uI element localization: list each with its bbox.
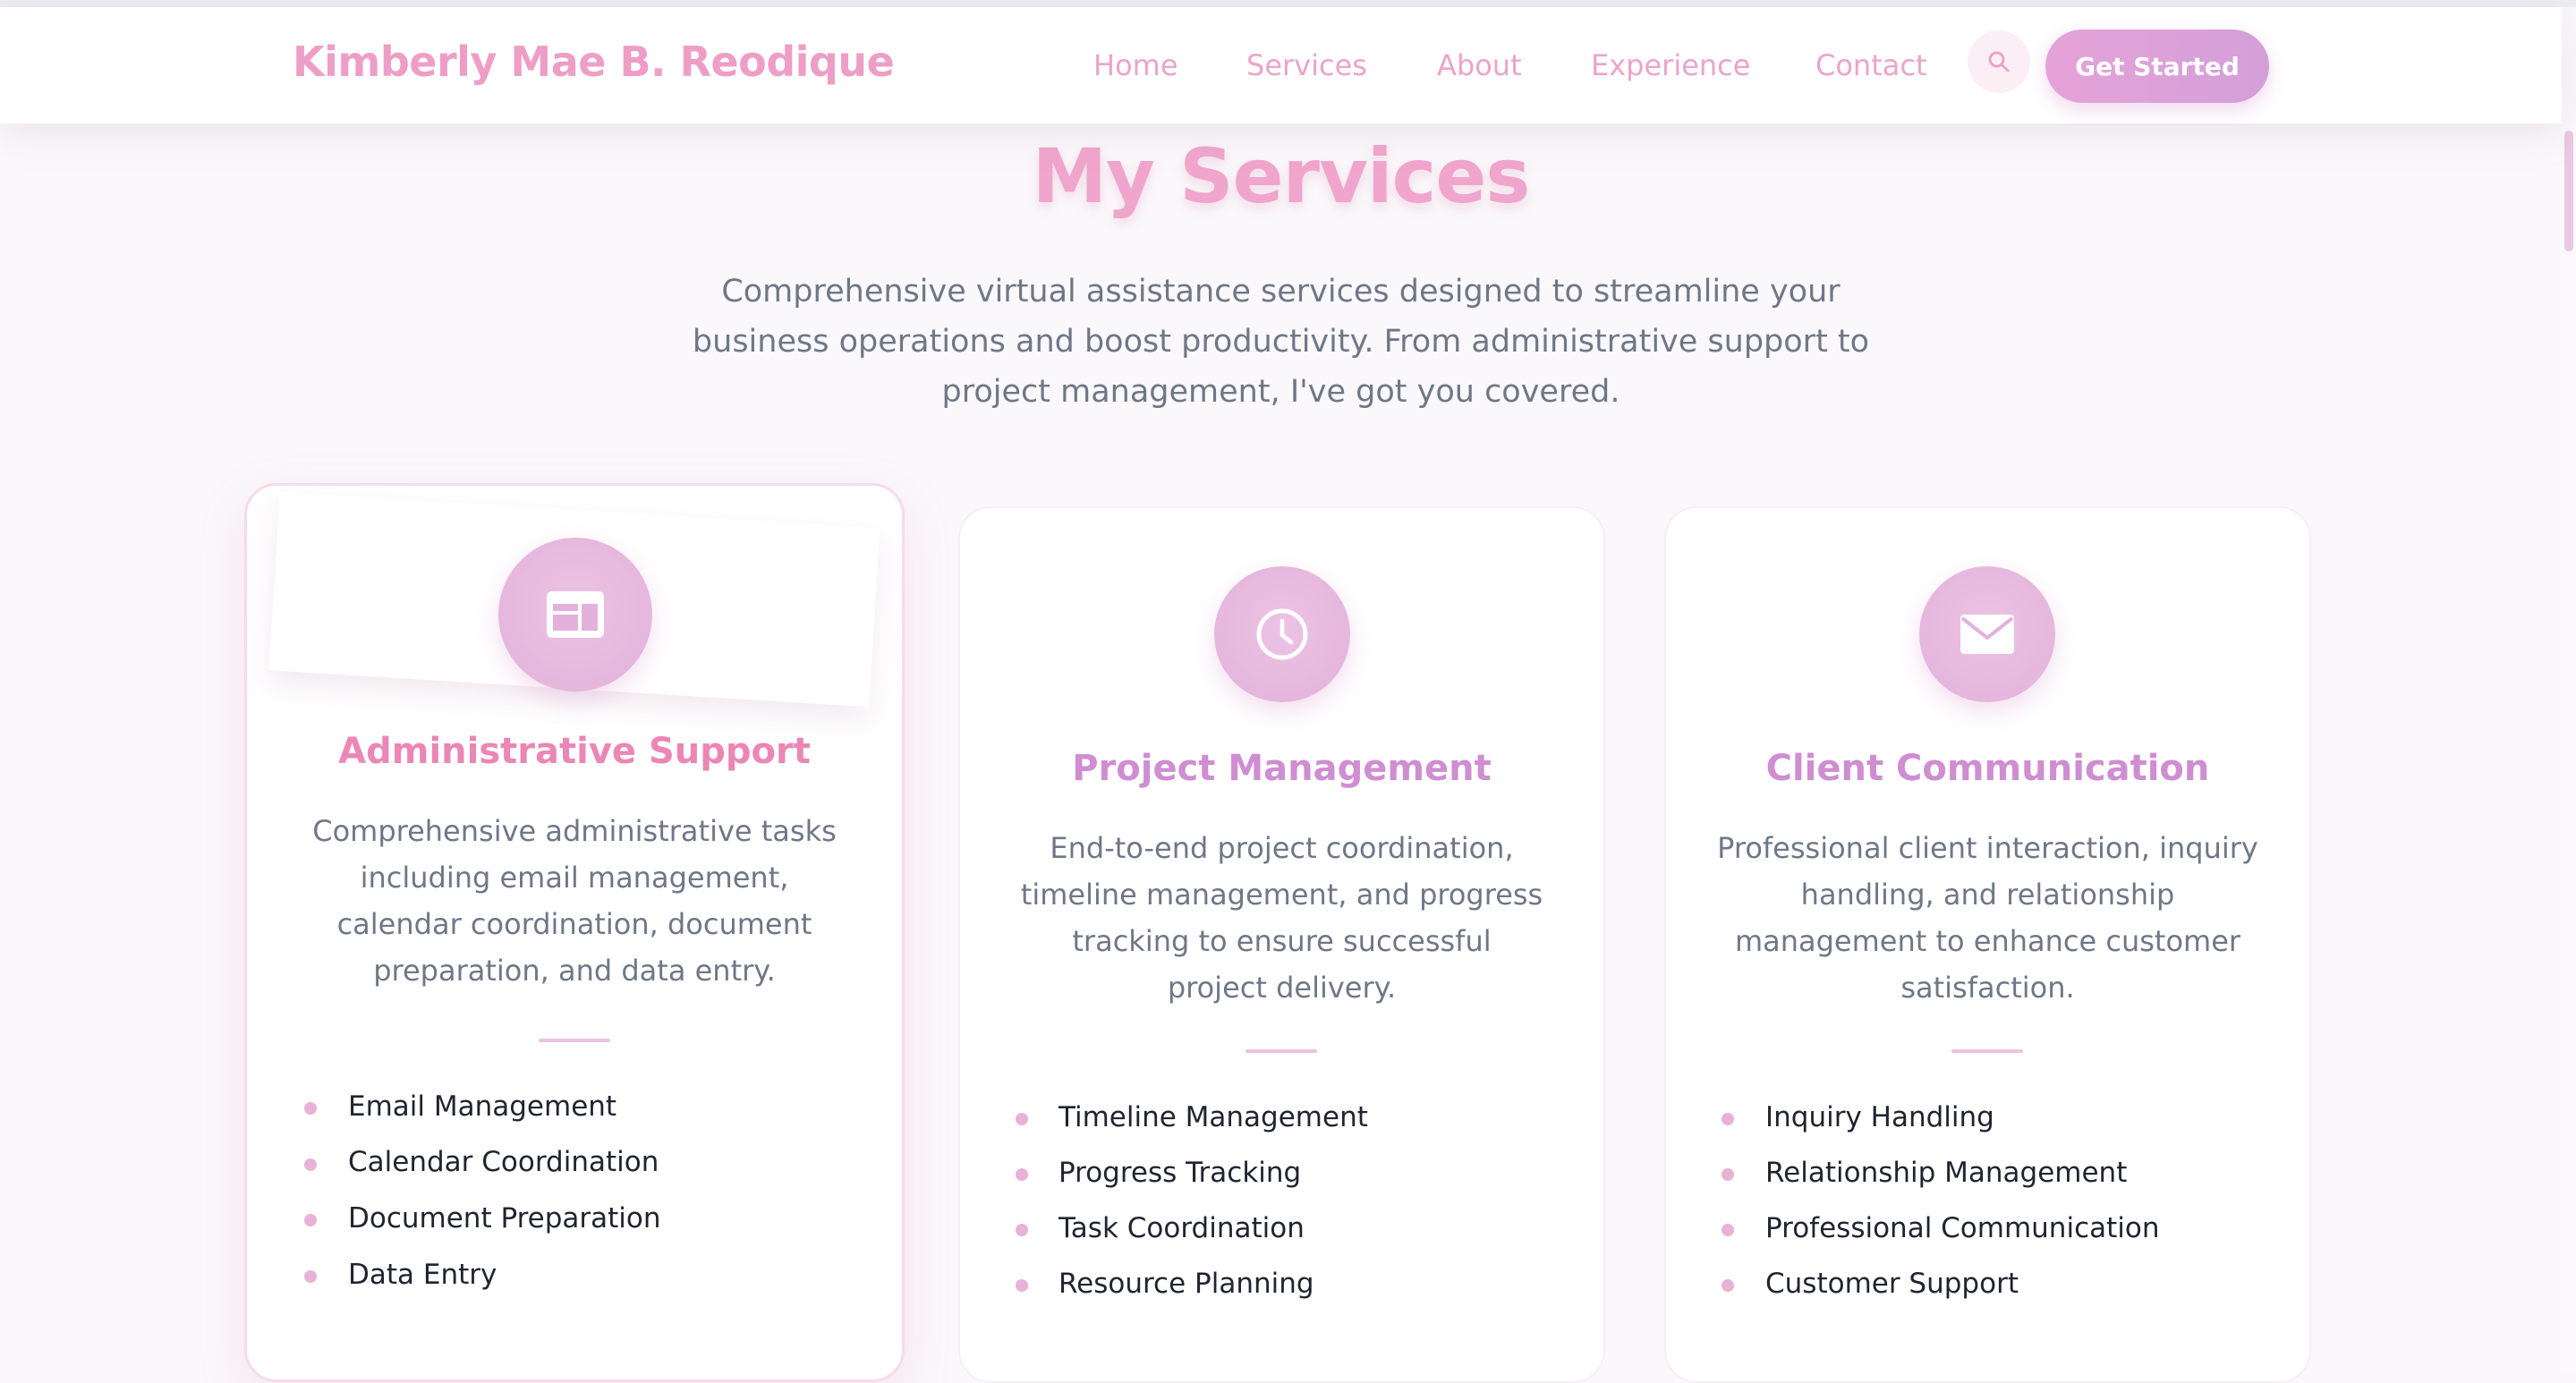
bullet-dot — [1016, 1168, 1028, 1181]
card-divider — [539, 1039, 610, 1042]
nav-about[interactable]: About — [1437, 48, 1522, 82]
nav-services[interactable]: Services — [1246, 48, 1367, 82]
feature-item: Data Entry — [348, 1259, 497, 1291]
feature-item: Relationship Management — [1765, 1157, 2128, 1189]
bullet-dot — [304, 1102, 317, 1115]
feature-item: Task Coordination — [1058, 1212, 1305, 1244]
bullet-dot — [304, 1270, 317, 1283]
card-title: Administrative Support — [338, 731, 811, 772]
clock-icon — [1256, 608, 1308, 660]
feature-item: Inquiry Handling — [1765, 1101, 1994, 1133]
section-title: My Services — [1032, 132, 1531, 220]
navbar: Kimberly Mae B. Reodique Home Services A… — [0, 7, 2562, 123]
card-icon-badge — [498, 538, 652, 692]
bullet-dot — [1016, 1224, 1028, 1236]
scrollbar-thumb[interactable] — [2564, 131, 2573, 251]
card-description: End-to-end project coordination, timelin… — [1020, 831, 1543, 1005]
bullet-dot — [1722, 1113, 1734, 1125]
card-title: Project Management — [1072, 748, 1492, 789]
envelope-icon — [1960, 615, 2014, 654]
card-divider — [1245, 1049, 1317, 1053]
browser-window-icon — [547, 591, 604, 638]
card-title: Client Communication — [1765, 748, 2210, 789]
feature-item: Progress Tracking — [1058, 1157, 1302, 1189]
bullet-dot — [1016, 1279, 1028, 1292]
bullet-dot — [1722, 1224, 1734, 1236]
brand-name[interactable]: Kimberly Mae B. Reodique — [293, 38, 895, 86]
bullet-dot — [1722, 1279, 1734, 1292]
card-description: Comprehensive administrative tasks inclu… — [312, 814, 837, 988]
feature-item: Professional Communication — [1765, 1212, 2160, 1244]
search-icon — [1988, 51, 2010, 72]
feature-item: Customer Support — [1765, 1268, 2019, 1300]
card-divider — [1951, 1049, 2023, 1053]
card-description: Professional client interaction, inquiry… — [1717, 831, 2258, 1005]
feature-item: Document Preparation — [348, 1202, 661, 1235]
bullet-dot — [304, 1158, 317, 1171]
section-description: Comprehensive virtual assistance service… — [692, 274, 1870, 410]
scrollbar-track[interactable] — [2562, 123, 2576, 1373]
bullet-dot — [304, 1214, 317, 1226]
nav-contact[interactable]: Contact — [1815, 48, 1927, 82]
nav-experience[interactable]: Experience — [1591, 48, 1750, 82]
feature-item: Calendar Coordination — [348, 1146, 659, 1178]
bullet-dot — [1016, 1113, 1028, 1125]
card-icon-badge — [1919, 566, 2055, 702]
browser-top-edge — [0, 0, 2576, 7]
nav-home[interactable]: Home — [1093, 48, 1178, 82]
get-started-button[interactable]: Get Started — [2045, 30, 2269, 103]
search-button[interactable] — [1968, 30, 2030, 93]
feature-item: Timeline Management — [1058, 1101, 1368, 1133]
feature-item: Resource Planning — [1058, 1268, 1314, 1300]
bullet-dot — [1722, 1168, 1734, 1181]
card-icon-badge — [1214, 566, 1350, 702]
feature-item: Email Management — [348, 1090, 617, 1123]
